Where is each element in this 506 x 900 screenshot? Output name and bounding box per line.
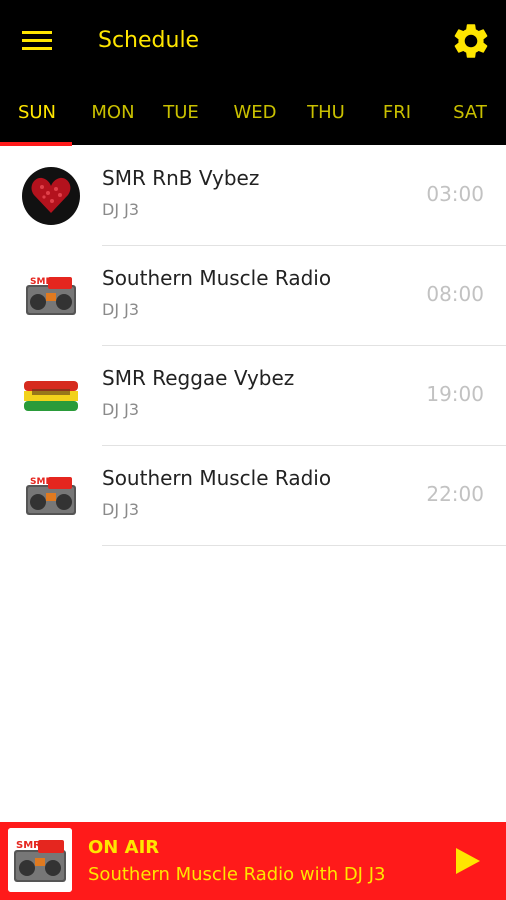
now-playing-text: Southern Muscle Radio with DJ J3 <box>88 864 386 885</box>
show-host: DJ J3 <box>102 500 140 519</box>
show-host: DJ J3 <box>102 400 140 419</box>
heart-logo-icon <box>22 167 80 225</box>
svg-text:SMR: SMR <box>16 840 41 851</box>
tab-thu[interactable]: THU <box>290 92 362 145</box>
show-host: DJ J3 <box>102 300 140 319</box>
divider <box>102 545 506 546</box>
reggae-logo-icon <box>24 381 78 411</box>
on-air-label: ON AIR <box>88 837 160 858</box>
tab-tue[interactable]: TUE <box>145 92 217 145</box>
show-time: 03:00 <box>426 182 484 206</box>
page-title: Schedule <box>98 28 200 53</box>
boombox-logo-icon: SMR <box>26 277 76 315</box>
schedule-list: SMR RnB Vybez DJ J3 03:00 SMR Southern M… <box>0 146 506 546</box>
play-icon[interactable] <box>452 846 482 876</box>
show-time: 19:00 <box>426 382 484 406</box>
tab-wed[interactable]: WED <box>219 92 291 145</box>
show-host: DJ J3 <box>102 200 140 219</box>
list-item[interactable]: SMR Southern Muscle Radio DJ J3 22:00 <box>0 446 506 546</box>
list-item[interactable]: SMR Southern Muscle Radio DJ J3 08:00 <box>0 246 506 346</box>
show-title: SMR Reggae Vybez <box>102 366 295 390</box>
list-item[interactable]: SMR RnB Vybez DJ J3 03:00 <box>0 146 506 246</box>
gear-icon[interactable] <box>450 20 492 62</box>
hamburger-menu-icon[interactable] <box>20 26 56 56</box>
show-title: SMR RnB Vybez <box>102 166 260 190</box>
show-time: 22:00 <box>426 482 484 506</box>
show-time: 08:00 <box>426 282 484 306</box>
show-title: Southern Muscle Radio <box>102 266 332 290</box>
boombox-logo-icon: SMR <box>8 828 72 892</box>
boombox-logo-icon: SMR <box>26 477 76 515</box>
tab-sat[interactable]: SAT <box>434 92 506 145</box>
list-item[interactable]: SMR Reggae Vybez DJ J3 19:00 <box>0 346 506 446</box>
svg-text:SMR: SMR <box>30 277 52 287</box>
top-app-bar: Schedule SUN MON TUE WED THU FRI SAT <box>0 0 506 146</box>
tab-mon[interactable]: MON <box>77 92 149 145</box>
tab-fri[interactable]: FRI <box>361 92 433 145</box>
now-playing-bar[interactable]: SMR ON AIR Southern Muscle Radio with DJ… <box>0 822 506 900</box>
show-title: Southern Muscle Radio <box>102 466 332 490</box>
tab-sun[interactable]: SUN <box>1 92 73 145</box>
svg-text:SMR: SMR <box>30 477 52 487</box>
day-tabs: SUN MON TUE WED THU FRI SAT <box>0 92 506 145</box>
